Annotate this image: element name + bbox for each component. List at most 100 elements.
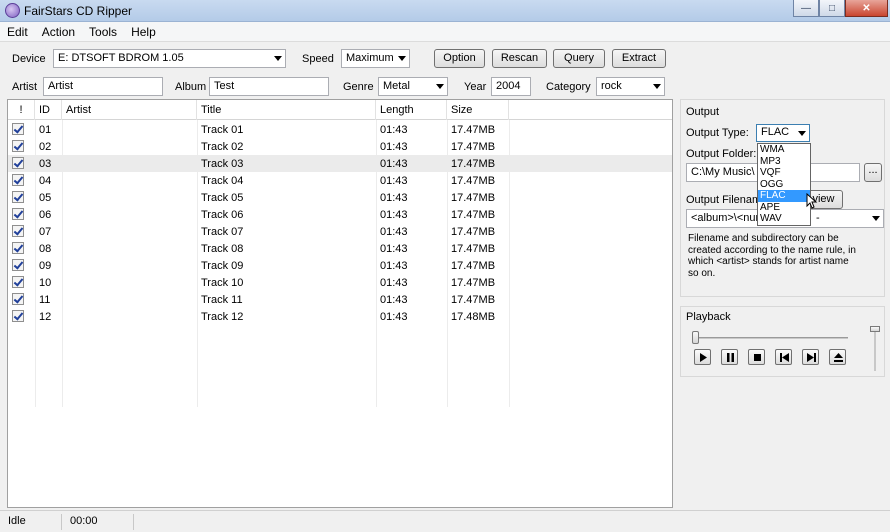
table-row[interactable]: 10 Track 10 01:43 17.47MB bbox=[8, 274, 672, 291]
track-id: 08 bbox=[39, 243, 52, 255]
table-row[interactable]: 07 Track 07 01:43 17.47MB bbox=[8, 223, 672, 240]
column-header-size[interactable]: Size bbox=[447, 100, 509, 120]
pause-button[interactable] bbox=[721, 349, 738, 365]
track-checkbox[interactable] bbox=[12, 310, 24, 322]
track-checkbox[interactable] bbox=[12, 242, 24, 254]
column-header-title[interactable]: Title bbox=[197, 100, 376, 120]
track-artist bbox=[62, 121, 66, 138]
column-header-length[interactable]: Length bbox=[376, 100, 447, 120]
column-header-check[interactable]: ! bbox=[8, 100, 35, 120]
option-mp3[interactable]: MP3 bbox=[758, 156, 810, 168]
playback-section-label: Playback bbox=[686, 311, 731, 323]
track-size: 17.47MB bbox=[451, 260, 496, 272]
track-checkbox[interactable] bbox=[12, 208, 24, 220]
close-icon[interactable]: ✕ bbox=[845, 0, 888, 17]
menu-help[interactable]: Help bbox=[124, 22, 163, 41]
column-header-artist[interactable]: Artist bbox=[62, 100, 197, 120]
track-checkbox[interactable] bbox=[12, 293, 24, 305]
track-table[interactable]: ! ID Artist Title Length Size 01 Track 01… bbox=[7, 99, 673, 508]
track-checkbox[interactable] bbox=[12, 276, 24, 288]
table-row[interactable]: 12 Track 12 01:43 17.48MB bbox=[8, 308, 672, 325]
year-label: Year bbox=[464, 81, 487, 93]
category-select[interactable]: rock bbox=[596, 77, 665, 96]
track-length: 01:43 bbox=[380, 124, 408, 136]
track-checkbox[interactable] bbox=[12, 174, 24, 186]
browse-folder-button[interactable]: ... bbox=[864, 163, 882, 182]
track-size: 17.47MB bbox=[451, 192, 496, 204]
speed-select[interactable]: Maximum bbox=[341, 49, 410, 68]
table-row[interactable]: 05 Track 05 01:43 17.47MB bbox=[8, 189, 672, 206]
next-icon bbox=[807, 353, 816, 362]
track-artist bbox=[62, 172, 66, 189]
seek-slider-thumb[interactable] bbox=[692, 331, 699, 344]
output-filename-tail: - bbox=[816, 212, 820, 224]
option-flac[interactable]: FLAC bbox=[758, 190, 810, 202]
play-button[interactable] bbox=[694, 349, 711, 365]
eject-button[interactable] bbox=[829, 349, 846, 365]
app-icon bbox=[5, 3, 20, 18]
menu-tools[interactable]: Tools bbox=[82, 22, 124, 41]
track-size: 17.47MB bbox=[451, 158, 496, 170]
stop-button[interactable] bbox=[748, 349, 765, 365]
option-button[interactable]: Option bbox=[434, 49, 485, 68]
seek-track[interactable] bbox=[692, 337, 848, 339]
option-wav[interactable]: WAV bbox=[758, 213, 810, 225]
genre-select[interactable]: Metal bbox=[378, 77, 448, 96]
track-size: 17.47MB bbox=[451, 209, 496, 221]
eject-icon bbox=[834, 353, 843, 362]
output-type-value: FLAC bbox=[761, 126, 790, 138]
column-header-id[interactable]: ID bbox=[35, 100, 62, 120]
volume-track[interactable] bbox=[874, 327, 876, 371]
option-ogg[interactable]: OGG bbox=[758, 179, 810, 191]
track-id: 05 bbox=[39, 192, 52, 204]
table-row[interactable]: 11 Track 11 01:43 17.47MB bbox=[8, 291, 672, 308]
speed-value: Maximum bbox=[346, 52, 394, 64]
category-label: Category bbox=[546, 81, 591, 93]
next-button[interactable] bbox=[802, 349, 819, 365]
year-field[interactable]: 2004 bbox=[491, 77, 531, 96]
output-type-dropdown[interactable]: WMA MP3 VQF OGG FLAC APE WAV bbox=[757, 143, 811, 226]
track-checkbox[interactable] bbox=[12, 225, 24, 237]
rescan-button[interactable]: Rescan bbox=[492, 49, 547, 68]
previous-button[interactable] bbox=[775, 349, 792, 365]
track-length: 01:43 bbox=[380, 209, 408, 221]
track-length: 01:43 bbox=[380, 226, 408, 238]
volume-slider-thumb[interactable] bbox=[870, 326, 880, 332]
track-checkbox[interactable] bbox=[12, 191, 24, 203]
extract-button[interactable]: Extract bbox=[612, 49, 666, 68]
table-row[interactable]: 03 Track 03 01:43 17.47MB bbox=[8, 155, 672, 172]
stop-icon bbox=[754, 354, 761, 361]
track-length: 01:43 bbox=[380, 175, 408, 187]
table-row[interactable]: 06 Track 06 01:43 17.47MB bbox=[8, 206, 672, 223]
menu-edit[interactable]: Edit bbox=[0, 22, 35, 41]
menu-action[interactable]: Action bbox=[35, 22, 82, 41]
query-button[interactable]: Query bbox=[553, 49, 605, 68]
table-row[interactable]: 01 Track 01 01:43 17.47MB bbox=[8, 121, 672, 138]
track-checkbox[interactable] bbox=[12, 123, 24, 135]
minimize-icon[interactable]: — bbox=[793, 0, 819, 17]
track-length: 01:43 bbox=[380, 277, 408, 289]
track-checkbox[interactable] bbox=[12, 157, 24, 169]
track-title: Track 01 bbox=[201, 124, 244, 136]
table-row[interactable]: 04 Track 04 01:43 17.47MB bbox=[8, 172, 672, 189]
track-checkbox[interactable] bbox=[12, 259, 24, 271]
output-type-select[interactable]: FLAC bbox=[756, 124, 810, 142]
track-size: 17.47MB bbox=[451, 226, 496, 238]
track-title: Track 12 bbox=[201, 311, 244, 323]
chevron-down-icon bbox=[653, 84, 661, 89]
track-id: 04 bbox=[39, 175, 52, 187]
maximize-icon[interactable]: □ bbox=[819, 0, 845, 17]
option-wma[interactable]: WMA bbox=[758, 144, 810, 156]
album-field[interactable]: Test bbox=[209, 77, 329, 96]
filename-help-text: Filename and subdirectory can be created… bbox=[688, 233, 856, 279]
chevron-down-icon bbox=[798, 131, 806, 136]
table-row[interactable]: 08 Track 08 01:43 17.47MB bbox=[8, 240, 672, 257]
table-row[interactable]: 02 Track 02 01:43 17.47MB bbox=[8, 138, 672, 155]
artist-field[interactable]: Artist bbox=[43, 77, 163, 96]
option-ape[interactable]: APE bbox=[758, 202, 810, 214]
device-select[interactable]: E: DTSOFT BDROM 1.05 bbox=[53, 49, 286, 68]
option-vqf[interactable]: VQF bbox=[758, 167, 810, 179]
table-row[interactable]: 09 Track 09 01:43 17.47MB bbox=[8, 257, 672, 274]
track-checkbox[interactable] bbox=[12, 140, 24, 152]
mouse-cursor-icon bbox=[806, 193, 818, 209]
